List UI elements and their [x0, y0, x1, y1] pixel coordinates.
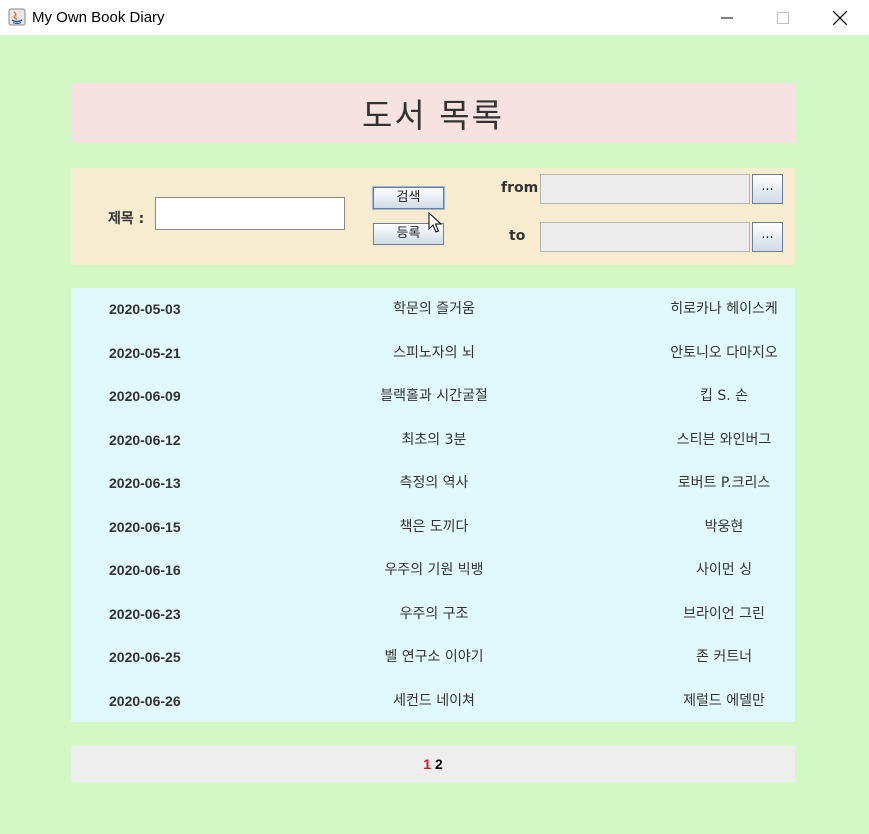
book-author: 안토니오 다마지오	[670, 344, 778, 361]
book-date: 2020-06-12	[109, 431, 181, 448]
book-row[interactable]: 2020-05-03 학문의 즐거움 히로카나 헤이스케	[71, 288, 795, 331]
book-title: 세컨드 네이쳐	[393, 692, 475, 709]
book-title: 벨 연구소 이야기	[384, 649, 484, 665]
book-date: 2020-06-23	[109, 605, 181, 622]
book-author: 사이먼 싱	[696, 562, 752, 578]
book-date: 2020-06-26	[109, 692, 181, 709]
from-date-picker-button[interactable]: ...	[752, 174, 783, 204]
book-author: 킵 S. 손	[700, 388, 748, 404]
book-date: 2020-05-03	[109, 301, 181, 317]
book-row[interactable]: 2020-05-21 스피노자의 뇌 안토니오 다마지오	[71, 332, 795, 375]
from-label: from	[501, 180, 539, 196]
window-title: My Own Book Diary	[32, 9, 165, 26]
page-link-current[interactable]: 1	[423, 756, 431, 772]
title-search-input[interactable]	[155, 197, 345, 230]
page-link[interactable]: 2	[435, 756, 443, 772]
book-row[interactable]: 2020-06-23 우주의 구조 브라이언 그린	[71, 593, 795, 636]
page-title: 도서 목록	[362, 96, 504, 135]
book-row[interactable]: 2020-06-15 책은 도끼다 박웅현	[71, 506, 795, 549]
title-label: 제목 :	[108, 211, 145, 227]
maximize-icon	[777, 11, 789, 24]
book-date: 2020-06-13	[109, 475, 181, 491]
title-bar: My Own Book Diary	[0, 0, 869, 35]
minimize-button[interactable]	[699, 0, 755, 35]
book-row[interactable]: 2020-06-16 우주의 기원 빅뱅 사이먼 싱	[71, 549, 795, 592]
to-date-field[interactable]	[540, 222, 750, 252]
book-author: 브라이언 그린	[683, 605, 765, 622]
book-author: 존 커트너	[696, 649, 752, 665]
book-row[interactable]: 2020-06-26 세컨드 네이쳐 제럴드 에델만	[71, 680, 795, 723]
close-button[interactable]	[812, 0, 868, 35]
book-row[interactable]: 2020-06-12 최초의 3분 스티븐 와인버그	[71, 419, 795, 462]
book-date: 2020-06-09	[109, 388, 181, 404]
book-title: 블랙홀과 시간굴절	[380, 388, 488, 404]
book-row[interactable]: 2020-06-09 블랙홀과 시간굴절 킵 S. 손	[71, 375, 795, 418]
book-date: 2020-06-25	[109, 649, 181, 665]
book-title: 책은 도끼다	[399, 518, 469, 535]
pagination: 1 2	[71, 746, 795, 782]
book-date: 2020-06-16	[109, 562, 181, 578]
minimize-icon	[721, 17, 733, 18]
close-icon	[833, 10, 847, 25]
book-title: 최초의 3분	[401, 431, 467, 448]
heading-panel: 도서 목록	[71, 83, 795, 143]
book-author: 로버트 P.크리스	[677, 475, 771, 491]
book-author: 스티븐 와인버그	[676, 431, 772, 448]
book-title: 우주의 기원 빅뱅	[384, 562, 484, 578]
maximize-button[interactable]	[755, 0, 811, 35]
book-title: 스피노자의 뇌	[393, 344, 475, 361]
main-content: 도서 목록 제목 : 검색 등록 from ... to ... 2020-05…	[0, 35, 869, 834]
book-row[interactable]: 2020-06-25 벨 연구소 이야기 존 커트너	[71, 636, 795, 679]
book-title: 측정의 역사	[399, 475, 469, 491]
java-app-icon	[8, 8, 26, 26]
search-button[interactable]: 검색	[372, 186, 445, 210]
book-title: 학문의 즐거움	[393, 301, 475, 317]
book-title: 우주의 구조	[399, 605, 469, 622]
book-row[interactable]: 2020-06-13 측정의 역사 로버트 P.크리스	[71, 462, 795, 505]
mouse-cursor-icon	[428, 212, 443, 233]
book-author: 히로카나 헤이스케	[670, 301, 778, 317]
book-date: 2020-06-15	[109, 518, 181, 535]
book-author: 제럴드 에델만	[683, 692, 765, 709]
to-date-picker-button[interactable]: ...	[752, 222, 783, 252]
from-date-field[interactable]	[540, 174, 750, 204]
to-label: to	[509, 228, 526, 244]
book-list: 2020-05-03 학문의 즐거움 히로카나 헤이스케 2020-05-21 …	[71, 288, 795, 722]
book-author: 박웅현	[704, 518, 744, 535]
book-date: 2020-05-21	[109, 344, 181, 361]
